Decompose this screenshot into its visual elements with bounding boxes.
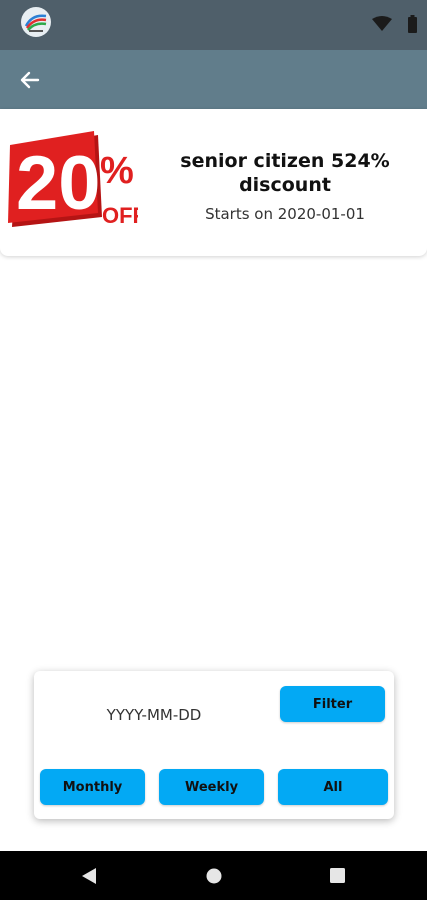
wifi-icon [372, 16, 392, 31]
filter-button[interactable]: Filter [280, 686, 385, 722]
app-bar [0, 50, 427, 109]
nav-recents-icon[interactable] [330, 868, 345, 883]
promo-title: senior citizen 524% discount [180, 150, 390, 196]
screen: 20 % OFF senior citizen 524% discount St… [0, 0, 427, 900]
app-logo-icon [21, 7, 51, 37]
date-input[interactable] [94, 701, 214, 729]
promo-start-date: Starts on 2020-01-01 [205, 205, 365, 223]
nav-bar [0, 851, 427, 900]
filter-panel: Filter Monthly Weekly All [34, 671, 394, 819]
battery-icon [408, 15, 417, 33]
weekly-button[interactable]: Weekly [159, 769, 264, 805]
arrow-back-icon[interactable] [14, 64, 46, 96]
discount-badge-icon: 20 % OFF [8, 131, 138, 228]
promo-card[interactable]: 20 % OFF senior citizen 524% discount St… [0, 109, 427, 256]
badge-percent: % [100, 150, 134, 192]
badge-number: 20 [16, 141, 101, 226]
monthly-button[interactable]: Monthly [40, 769, 145, 805]
status-bar [0, 0, 427, 50]
nav-back-icon[interactable] [80, 867, 98, 885]
all-button[interactable]: All [278, 769, 388, 805]
nav-home-icon[interactable] [206, 868, 222, 884]
badge-off: OFF [102, 203, 138, 228]
promo-text: senior citizen 524% discount Starts on 2… [150, 149, 420, 223]
